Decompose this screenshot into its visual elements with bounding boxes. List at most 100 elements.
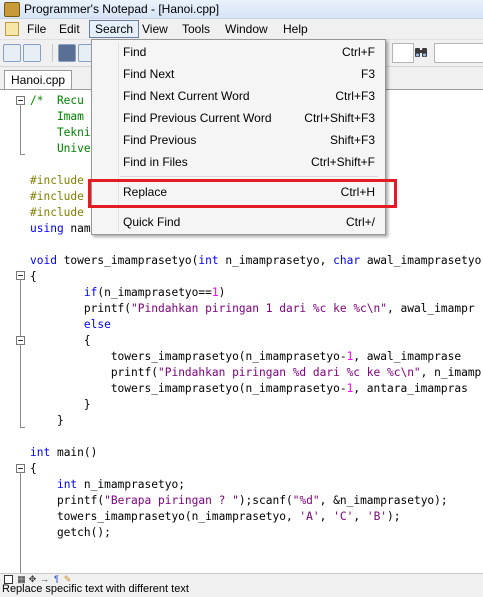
menu-item-shortcut: Ctrl+F — [342, 45, 375, 59]
status-bar: Replace specific text with different tex… — [0, 583, 483, 597]
code-line: } — [30, 413, 64, 429]
menu-tools[interactable]: Tools — [177, 20, 215, 38]
code-token: awal_imamprasetyo — [360, 254, 482, 267]
code-token: 'B' — [366, 510, 388, 523]
code-token: printf( — [30, 494, 105, 507]
window-title: Programmer's Notepad - [Hanoi.cpp] — [24, 2, 220, 16]
menu-item-shortcut: Ctrl+Shift+F3 — [304, 111, 375, 125]
code-line: } — [30, 397, 91, 413]
document-menu-icon[interactable] — [5, 22, 19, 36]
code-token: , awal_imamprase — [353, 350, 462, 363]
save-icon[interactable] — [58, 44, 76, 62]
code-line: #include — [30, 173, 84, 189]
code-token: , — [353, 510, 367, 523]
code-token: getch(); — [30, 526, 111, 539]
fold-line — [20, 472, 21, 573]
code-line: /* Recu — [30, 93, 84, 109]
menu-item-label: Find in Files — [123, 155, 188, 169]
code-token: 'C' — [333, 510, 354, 523]
title-bar: Programmer's Notepad - [Hanoi.cpp] — [0, 0, 483, 19]
code-token: towers_imamprasetyo( — [56, 254, 199, 267]
menu-view[interactable]: View — [137, 20, 173, 38]
code-token: , — [319, 510, 334, 523]
code-line: towers_imamprasetyo(n_imamprasetyo, 'A',… — [30, 509, 401, 525]
menu-item-shortcut: Ctrl+Shift+F — [310, 155, 375, 169]
code-token: ); — [387, 510, 401, 523]
code-line: int main() — [30, 445, 97, 461]
code-line: printf("Pindahkan piringan %d dari %c ke… — [30, 365, 481, 381]
code-token: char — [333, 254, 361, 267]
menu-item-label: Find Next Current Word — [123, 89, 250, 103]
code-token: int — [198, 254, 219, 267]
quick-find-input[interactable] — [434, 43, 483, 63]
menu-item-label: Find Previous Current Word — [123, 111, 272, 125]
open-file-icon[interactable] — [23, 44, 41, 62]
code-token: ) — [218, 286, 226, 299]
replace-highlight-box — [88, 179, 397, 208]
fold-toggle[interactable] — [16, 336, 25, 345]
menu-search[interactable]: Search — [89, 20, 140, 38]
menu-help[interactable]: Help — [278, 20, 313, 38]
code-line: #include — [30, 205, 84, 221]
tab-hanoi-cpp[interactable]: Hanoi.cpp — [4, 70, 73, 89]
code-token: 'A' — [299, 510, 320, 523]
code-token: /* Recu — [30, 94, 84, 107]
menu-item-find-next[interactable]: Find Next F3 — [92, 64, 385, 84]
menu-file[interactable]: File — [22, 20, 51, 38]
toolbar-separator — [52, 44, 53, 62]
menu-item-shortcut: Ctrl+F3 — [335, 89, 375, 103]
code-token: (n_imamprasetyo== — [97, 286, 212, 299]
scheme-combo[interactable] — [392, 43, 414, 63]
code-line: else — [30, 317, 111, 333]
code-token: "Pindahkan piringan 1 dari %c ke %c\n" — [131, 302, 387, 315]
menu-item-find[interactable]: Find Ctrl+F — [92, 42, 385, 62]
code-token: int — [30, 446, 51, 459]
code-token: , awal_imampr — [387, 302, 475, 315]
menu-item-find-previous[interactable]: Find Previous Shift+F3 — [92, 130, 385, 150]
menu-item-shortcut: Ctrl+/ — [345, 215, 375, 229]
code-token: Tekni — [30, 126, 91, 139]
menu-item-find-previous-current-word[interactable]: Find Previous Current Word Ctrl+Shift+F3 — [92, 108, 385, 128]
code-line: Imam — [30, 109, 84, 125]
fold-end — [20, 154, 25, 155]
app-icon — [4, 2, 20, 17]
menu-window[interactable]: Window — [220, 20, 273, 38]
code-token: n_imamprasetyo, — [218, 254, 334, 267]
menu-separator — [120, 176, 378, 177]
code-token: Unive — [30, 142, 91, 155]
code-token: #include — [30, 190, 84, 203]
menu-item-quick-find[interactable]: Quick Find Ctrl+/ — [92, 212, 385, 232]
code-token: { — [30, 270, 37, 283]
menu-item-find-next-current-word[interactable]: Find Next Current Word Ctrl+F3 — [92, 86, 385, 106]
code-token: "Pindahkan piringan %d dari %c ke %c\n" — [157, 366, 421, 379]
menu-item-shortcut: F3 — [360, 67, 375, 81]
code-token: towers_imamprasetyo(n_imamprasetyo, — [30, 510, 300, 523]
code-line: getch(); — [30, 525, 111, 541]
new-file-icon[interactable] — [3, 44, 21, 62]
fold-line — [20, 104, 21, 154]
menu-bar: File Edit Search View Tools Window Help — [0, 19, 483, 40]
fold-end — [20, 427, 25, 428]
code-token: "Berapa piringan ? " — [104, 494, 239, 507]
code-token: } — [30, 414, 64, 427]
menu-item-find-in-files[interactable]: Find in Files Ctrl+Shift+F — [92, 152, 385, 172]
code-line: { — [30, 461, 37, 477]
code-token: n_imamprasetyo; — [77, 478, 185, 491]
status-text: Replace specific text with different tex… — [2, 583, 189, 595]
code-token: else — [83, 318, 111, 331]
code-line: printf("Berapa piringan ? ");scanf("%d",… — [30, 493, 448, 509]
find-icon[interactable] — [414, 45, 428, 59]
fold-line — [20, 279, 21, 427]
code-line: { — [30, 333, 91, 349]
code-token: 1 — [211, 286, 219, 299]
menu-edit[interactable]: Edit — [54, 20, 85, 38]
code-token: { — [30, 334, 91, 347]
code-token: using — [30, 222, 64, 235]
code-token: void — [30, 254, 57, 267]
code-token: main() — [50, 446, 98, 459]
code-line: towers_imamprasetyo(n_imamprasetyo-1, an… — [30, 381, 468, 397]
menu-item-label: Find Next — [123, 67, 175, 81]
fold-gutter — [0, 90, 26, 573]
